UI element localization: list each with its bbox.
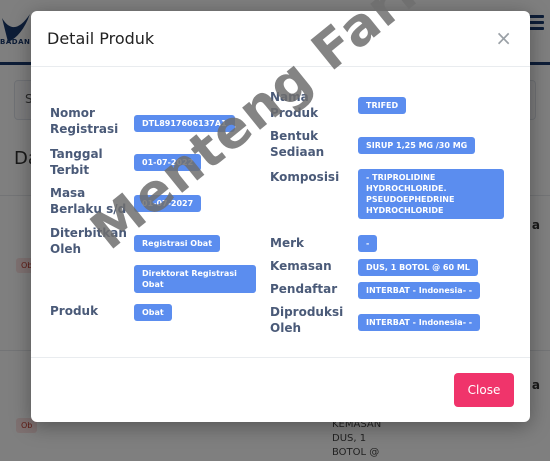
modal-footer: Close (31, 357, 530, 422)
value-kemasan: DUS, 1 BOTOL @ 60 ML (358, 259, 478, 276)
label-bentuk-sediaan: Bentuk Sediaan (270, 129, 325, 159)
value-bentuk-sediaan: SIRUP 1,25 MG /30 MG (358, 137, 476, 154)
product-detail-modal: Detail Produk × Nomor Registrasi DTL8917… (31, 11, 530, 422)
modal-header: Detail Produk × (31, 11, 530, 67)
label-kemasan: Kemasan (270, 259, 332, 273)
value-tanggal-terbit: 01-07-2022 (134, 154, 202, 171)
label-masa-berlaku: Masa Berlaku s/d (50, 186, 127, 216)
label-komposisi: Komposisi (270, 170, 340, 184)
value-nomor-registrasi: DTL8917606137A1 (134, 115, 235, 132)
value-merk: - (358, 235, 378, 252)
value-pendaftar: INTERBAT - Indonesia- - (358, 282, 481, 299)
value-nama-produk: TRIFED (358, 97, 407, 114)
label-nomor-registrasi: Nomor Registrasi (50, 106, 119, 136)
value-diterbitkan-oleh-direktorat: Direktorat Registrasi Obat (134, 265, 256, 293)
value-masa-berlaku: 01-07-2027 (134, 195, 202, 212)
value-diterbitkan-oleh: Registrasi Obat (134, 235, 221, 252)
value-diproduksi-oleh: INTERBAT - Indonesia- - (358, 314, 481, 331)
close-button[interactable]: Close (454, 373, 514, 407)
label-diterbitkan-oleh: Diterbitkan Oleh (50, 226, 127, 256)
label-nama-produk: Nama Produk (270, 90, 319, 120)
label-pendaftar: Pendaftar (270, 282, 338, 296)
value-produk: Obat (134, 304, 172, 321)
modal-title: Detail Produk (47, 29, 155, 48)
label-merk: Merk (270, 236, 304, 250)
label-produk: Produk (50, 304, 99, 318)
label-diproduksi-oleh: Diproduksi Oleh (270, 305, 344, 335)
close-icon[interactable]: × (495, 28, 512, 48)
label-tanggal-terbit: Tanggal Terbit (50, 147, 103, 177)
value-komposisi: - TRIPROLIDINE HYDROCHLORIDE. PSEUDOEPHE… (358, 169, 504, 219)
